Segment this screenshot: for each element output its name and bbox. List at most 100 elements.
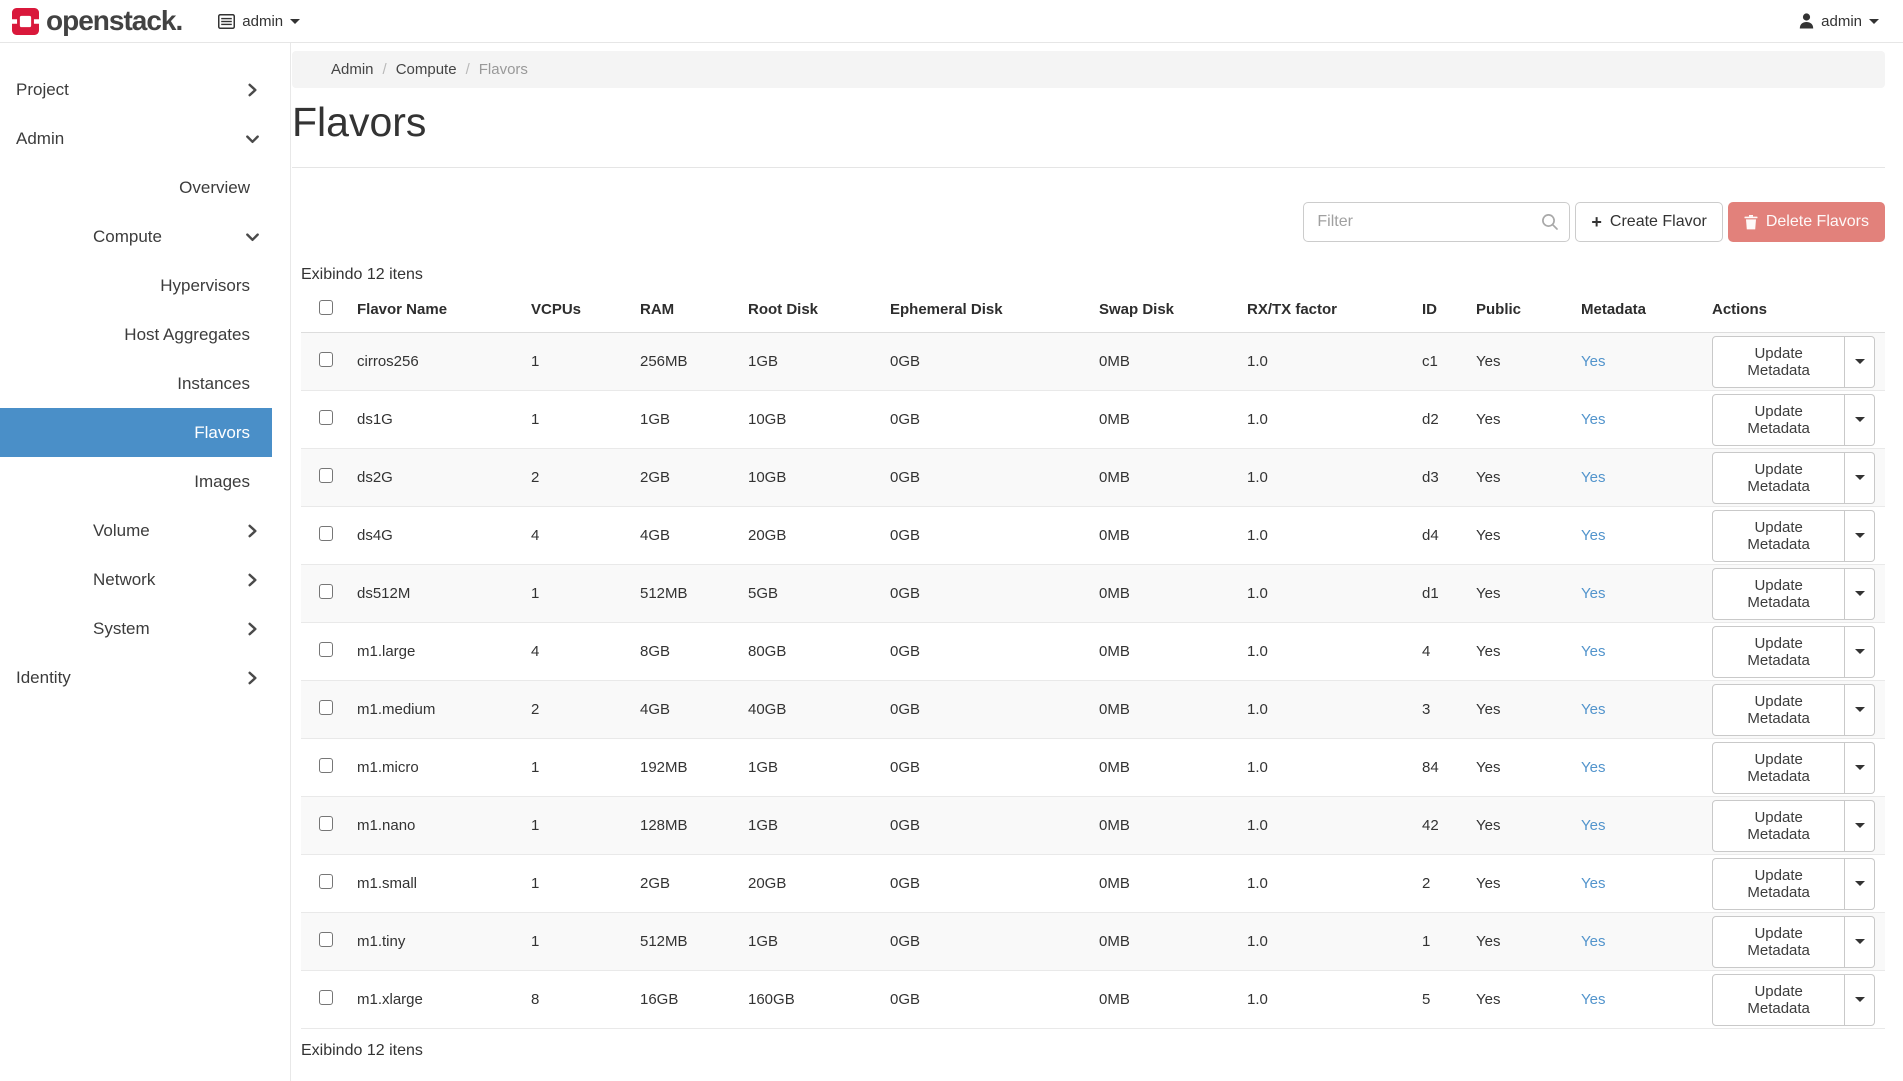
- row-actions-dropdown-toggle[interactable]: [1845, 858, 1875, 910]
- cell-flavor-name: m1.large: [357, 623, 531, 681]
- cell-rxtx-factor: 1.0: [1247, 739, 1422, 797]
- column-header-metadata: Metadata: [1581, 287, 1712, 333]
- sidebar-item-network[interactable]: Network: [0, 555, 290, 604]
- row-actions-dropdown-toggle[interactable]: [1845, 336, 1875, 388]
- row-checkbox[interactable]: [319, 874, 333, 889]
- row-checkbox[interactable]: [319, 352, 333, 367]
- update-metadata-button[interactable]: Update Metadata: [1712, 858, 1845, 910]
- cell-vcpus: 1: [531, 913, 640, 971]
- sidebar-item-label: Identity: [16, 668, 71, 688]
- row-actions-dropdown-toggle[interactable]: [1845, 626, 1875, 678]
- cell-flavor-name: m1.micro: [357, 739, 531, 797]
- row-checkbox[interactable]: [319, 932, 333, 947]
- sidebar-item-host-aggregates[interactable]: Host Aggregates: [0, 310, 290, 359]
- update-metadata-button[interactable]: Update Metadata: [1712, 452, 1845, 504]
- cell-flavor-name: m1.medium: [357, 681, 531, 739]
- cell-flavor-name: ds512M: [357, 565, 531, 623]
- cell-ram: 1GB: [640, 391, 748, 449]
- row-actions-dropdown-toggle[interactable]: [1845, 510, 1875, 562]
- sidebar-item-instances[interactable]: Instances: [0, 359, 290, 408]
- cell-public: Yes: [1476, 565, 1581, 623]
- breadcrumb-admin[interactable]: Admin: [331, 61, 374, 78]
- cell-ephemeral-disk: 0GB: [890, 449, 1099, 507]
- metadata-yes-link[interactable]: Yes: [1581, 701, 1605, 718]
- row-checkbox[interactable]: [319, 468, 333, 483]
- sidebar-item-system[interactable]: System: [0, 604, 290, 653]
- openstack-brand[interactable]: openstack.: [12, 7, 182, 35]
- page-title: Flavors: [292, 99, 1885, 146]
- sidebar-item-hypervisors[interactable]: Hypervisors: [0, 261, 290, 310]
- cell-public: Yes: [1476, 971, 1581, 1029]
- row-checkbox[interactable]: [319, 700, 333, 715]
- row-checkbox[interactable]: [319, 410, 333, 425]
- row-actions-dropdown-toggle[interactable]: [1845, 684, 1875, 736]
- chevron-right-icon: [245, 670, 260, 685]
- update-metadata-button[interactable]: Update Metadata: [1712, 510, 1845, 562]
- sidebar-item-volume[interactable]: Volume: [0, 506, 290, 555]
- row-actions-dropdown-toggle[interactable]: [1845, 800, 1875, 852]
- metadata-yes-link[interactable]: Yes: [1581, 817, 1605, 834]
- metadata-yes-link[interactable]: Yes: [1581, 991, 1605, 1008]
- sidebar-item-overview[interactable]: Overview: [0, 163, 290, 212]
- row-actions-dropdown-toggle[interactable]: [1845, 452, 1875, 504]
- update-metadata-button[interactable]: Update Metadata: [1712, 742, 1845, 794]
- metadata-yes-link[interactable]: Yes: [1581, 643, 1605, 660]
- cell-rxtx-factor: 1.0: [1247, 449, 1422, 507]
- sidebar-item-compute[interactable]: Compute: [0, 212, 290, 261]
- update-metadata-button[interactable]: Update Metadata: [1712, 916, 1845, 968]
- cell-rxtx-factor: 1.0: [1247, 623, 1422, 681]
- metadata-yes-link[interactable]: Yes: [1581, 527, 1605, 544]
- create-flavor-button[interactable]: + Create Flavor: [1575, 202, 1722, 242]
- cell-public: Yes: [1476, 391, 1581, 449]
- cell-ram: 128MB: [640, 797, 748, 855]
- row-checkbox[interactable]: [319, 990, 333, 1005]
- cell-ram: 512MB: [640, 913, 748, 971]
- update-metadata-button[interactable]: Update Metadata: [1712, 684, 1845, 736]
- sidebar-item-images[interactable]: Images: [0, 457, 290, 506]
- user-menu[interactable]: admin: [1799, 13, 1879, 30]
- sidebar-item-project[interactable]: Project: [0, 65, 290, 114]
- update-metadata-button[interactable]: Update Metadata: [1712, 800, 1845, 852]
- row-checkbox[interactable]: [319, 584, 333, 599]
- update-metadata-button[interactable]: Update Metadata: [1712, 626, 1845, 678]
- metadata-yes-link[interactable]: Yes: [1581, 759, 1605, 776]
- metadata-yes-link[interactable]: Yes: [1581, 469, 1605, 486]
- row-actions-dropdown-toggle[interactable]: [1845, 568, 1875, 620]
- cell-ephemeral-disk: 0GB: [890, 971, 1099, 1029]
- update-metadata-button[interactable]: Update Metadata: [1712, 336, 1845, 388]
- row-checkbox[interactable]: [319, 816, 333, 831]
- select-all-checkbox[interactable]: [319, 300, 333, 315]
- chevron-right-icon: [245, 572, 260, 587]
- metadata-yes-link[interactable]: Yes: [1581, 933, 1605, 950]
- metadata-yes-link[interactable]: Yes: [1581, 411, 1605, 428]
- row-actions-dropdown-toggle[interactable]: [1845, 974, 1875, 1026]
- breadcrumb-compute[interactable]: Compute: [396, 61, 457, 78]
- update-metadata-button[interactable]: Update Metadata: [1712, 974, 1845, 1026]
- row-checkbox[interactable]: [319, 758, 333, 773]
- sidebar-item-admin[interactable]: Admin: [0, 114, 290, 163]
- cell-swap-disk: 0MB: [1099, 797, 1247, 855]
- row-actions-dropdown-toggle[interactable]: [1845, 916, 1875, 968]
- row-actions-dropdown-toggle[interactable]: [1845, 394, 1875, 446]
- metadata-yes-link[interactable]: Yes: [1581, 875, 1605, 892]
- row-checkbox[interactable]: [319, 526, 333, 541]
- chevron-down-icon: [1855, 533, 1865, 538]
- project-context-switcher[interactable]: admin: [218, 13, 300, 30]
- update-metadata-button[interactable]: Update Metadata: [1712, 568, 1845, 620]
- table-row: ds4G 4 4GB 20GB 0GB 0MB 1.0 d4 Yes Yes U…: [301, 507, 1885, 565]
- row-checkbox[interactable]: [319, 642, 333, 657]
- cell-root-disk: 20GB: [748, 855, 890, 913]
- cell-root-disk: 10GB: [748, 449, 890, 507]
- sidebar-item-label: Flavors: [194, 423, 250, 443]
- sidebar-item-identity[interactable]: Identity: [0, 653, 290, 702]
- update-metadata-button[interactable]: Update Metadata: [1712, 394, 1845, 446]
- metadata-yes-link[interactable]: Yes: [1581, 585, 1605, 602]
- row-actions-dropdown-toggle[interactable]: [1845, 742, 1875, 794]
- metadata-yes-link[interactable]: Yes: [1581, 353, 1605, 370]
- column-header-ram: RAM: [640, 287, 748, 333]
- filter-input[interactable]: [1303, 202, 1570, 242]
- sidebar-item-flavors[interactable]: Flavors: [0, 408, 272, 457]
- cell-flavor-name: m1.small: [357, 855, 531, 913]
- row-actions: Update Metadata: [1712, 858, 1875, 910]
- delete-flavors-button[interactable]: Delete Flavors: [1728, 202, 1885, 242]
